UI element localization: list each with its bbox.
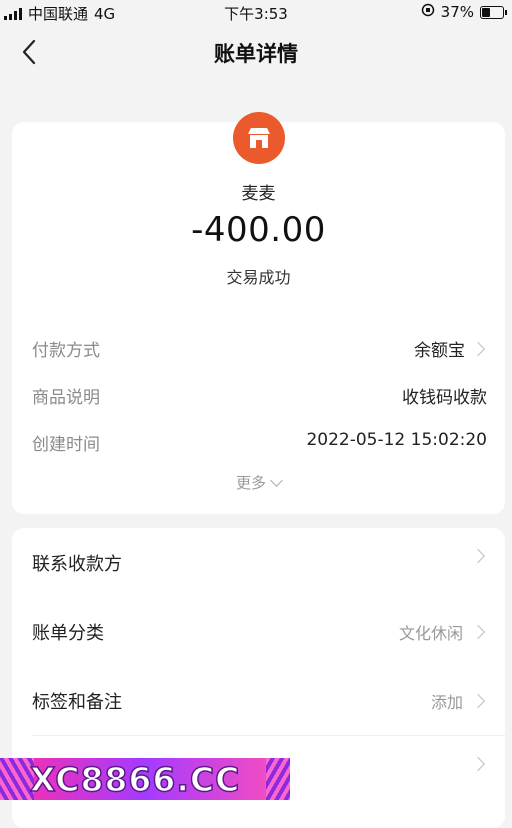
shop-icon xyxy=(248,128,270,148)
merchant-name: 麦麦 xyxy=(241,184,276,204)
detail-value: 2022-05-12 15:02:20 xyxy=(306,430,487,450)
battery-icon xyxy=(480,5,507,19)
row-label: 联系收款方 xyxy=(32,554,122,575)
page-title: 账单详情 xyxy=(214,42,298,66)
more-button[interactable]: 更多 xyxy=(12,472,505,493)
detail-row-created-time: 创建时间 2022-05-12 15:02:20 xyxy=(12,422,505,458)
row-value: 文化休闲 xyxy=(398,624,463,643)
more-label: 更多 xyxy=(235,474,266,492)
detail-row-product: 商品说明 收钱码收款 xyxy=(12,375,505,411)
merchant-avatar xyxy=(233,112,285,164)
banner-stripes xyxy=(266,758,290,800)
tags-notes-row[interactable]: 标签和备注 添加 xyxy=(12,666,505,734)
watermark-banner: XC8866.CC xyxy=(0,758,290,800)
chevron-right-icon xyxy=(470,624,486,640)
detail-label: 付款方式 xyxy=(32,341,100,361)
watermark-text: XC8866.CC xyxy=(29,759,241,800)
banner-stripes xyxy=(0,758,34,800)
chevron-right-icon xyxy=(470,548,486,564)
detail-value: 余额宝 xyxy=(414,341,465,361)
status-bar: 中国联通 4G 下午3:53 37% xyxy=(0,0,512,24)
row-label: 标签和备注 xyxy=(32,692,122,713)
chevron-right-icon xyxy=(470,756,486,772)
battery-percent: 37% xyxy=(440,3,474,21)
transaction-amount: -400.00 xyxy=(191,210,326,250)
chevron-right-icon xyxy=(470,341,486,356)
chevron-right-icon xyxy=(470,693,486,709)
detail-label: 创建时间 xyxy=(32,435,100,455)
detail-value: 收钱码收款 xyxy=(402,388,487,408)
nav-bar: 账单详情 xyxy=(0,24,512,80)
detail-label: 商品说明 xyxy=(32,388,100,408)
transaction-status: 交易成功 xyxy=(226,268,291,287)
detail-row-payment-method[interactable]: 付款方式 余额宝 xyxy=(12,328,505,364)
row-label: 账单分类 xyxy=(32,623,104,644)
contact-payee-row[interactable]: 联系收款方 xyxy=(12,528,505,596)
bill-summary-card: 麦麦 -400.00 交易成功 付款方式 余额宝 商品说明 收钱码收款 创建时间… xyxy=(12,112,505,514)
row-value: 添加 xyxy=(430,693,463,712)
chevron-down-icon xyxy=(270,474,283,487)
bill-category-row[interactable]: 账单分类 文化休闲 xyxy=(12,597,505,665)
orientation-lock-icon xyxy=(421,3,435,21)
